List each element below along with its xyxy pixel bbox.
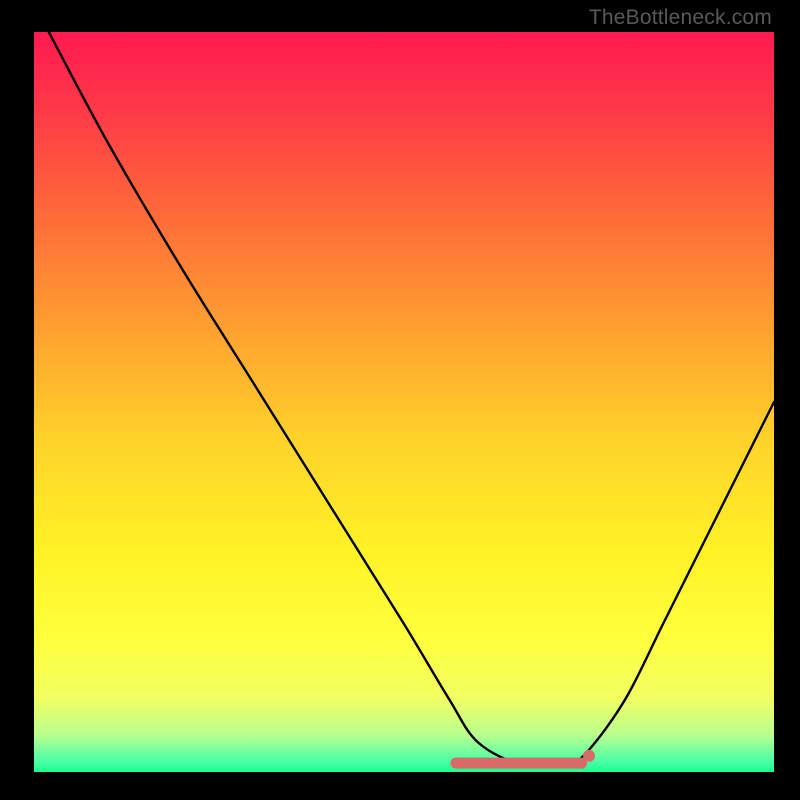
chart-frame: TheBottleneck.com <box>0 0 800 800</box>
chart-svg <box>34 32 774 772</box>
plot-area <box>34 32 774 772</box>
optimal-point-dot <box>583 750 595 762</box>
gradient-background <box>34 32 774 772</box>
watermark-text: TheBottleneck.com <box>589 6 772 30</box>
